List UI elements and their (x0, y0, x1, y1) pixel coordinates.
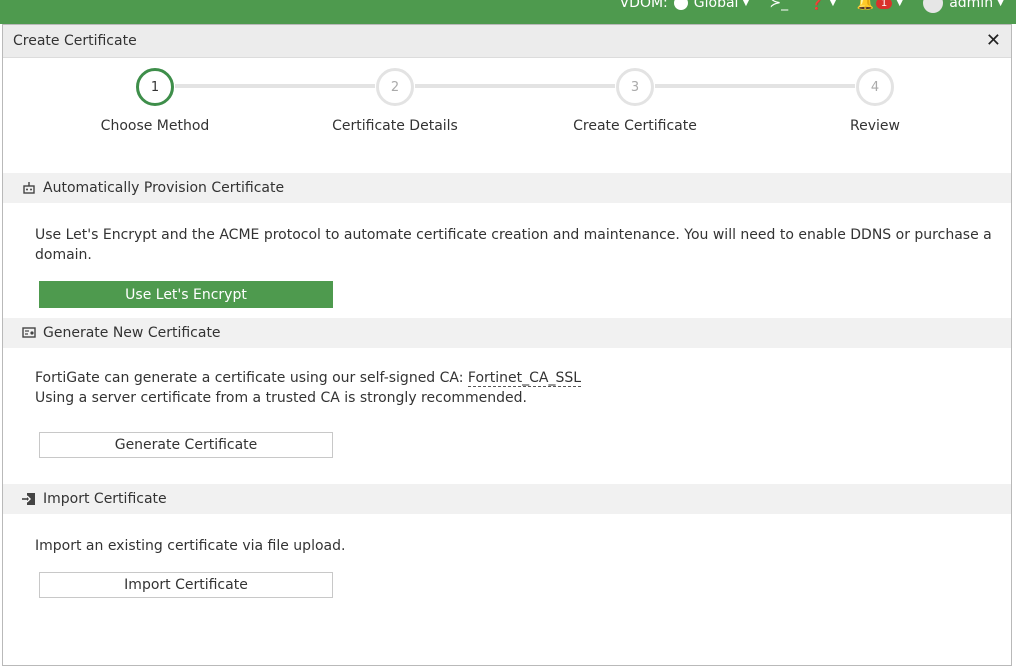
section-header-auto-provision: Automatically Provision Certificate (3, 173, 1011, 203)
section-body-import: Import an existing certificate via file … (3, 514, 1011, 598)
step-number: 2 (376, 68, 414, 106)
wizard-step-review: 4 Review (775, 68, 975, 134)
section-body-generate: FortiGate can generate a certificate usi… (3, 348, 1011, 458)
cli-console-button[interactable]: ≻_ (769, 0, 788, 11)
top-navigation-bar: VDOM: Global ▼ ≻_ ❓ ▼ 🔔 1 ▼ admin ▼ (0, 0, 1016, 24)
dialog-title: Create Certificate (13, 33, 137, 49)
bell-icon: 🔔 (856, 0, 874, 11)
close-icon[interactable]: ✕ (986, 32, 1001, 50)
chevron-down-icon: ▼ (829, 0, 837, 8)
import-icon (21, 491, 37, 507)
section-description: Using a server certificate from a truste… (35, 390, 527, 406)
wizard-step-choose-method: 1 Choose Method (55, 68, 255, 134)
description-text: FortiGate can generate a certificate usi… (35, 370, 468, 386)
notification-badge: 1 (875, 0, 893, 9)
section-title: Generate New Certificate (43, 325, 221, 341)
section-title: Import Certificate (43, 491, 167, 507)
wizard-step-create-certificate: 3 Create Certificate (535, 68, 735, 134)
section-header-generate: Generate New Certificate (3, 318, 1011, 348)
step-number: 4 (856, 68, 894, 106)
step-label: Create Certificate (573, 118, 697, 134)
dialog-header: Create Certificate ✕ (3, 25, 1011, 58)
generate-certificate-button[interactable]: Generate Certificate (39, 432, 333, 458)
vdom-label: VDOM: (619, 0, 668, 11)
terminal-icon: ≻_ (769, 0, 789, 11)
certificate-icon (21, 325, 37, 341)
vdom-value: Global (693, 0, 739, 11)
user-name: admin (949, 0, 994, 11)
section-description: Import an existing certificate via file … (35, 538, 346, 554)
section-title: Automatically Provision Certificate (43, 180, 285, 196)
help-icon: ❓ (808, 0, 826, 11)
robot-icon (21, 180, 37, 196)
use-lets-encrypt-button[interactable]: Use Let's Encrypt (39, 281, 333, 308)
user-menu[interactable]: admin ▼ (923, 0, 1004, 13)
section-description: Use Let's Encrypt and the ACME protocol … (35, 227, 992, 263)
section-body-auto-provision: Use Let's Encrypt and the ACME protocol … (3, 203, 1011, 308)
chevron-down-icon: ▼ (997, 0, 1004, 8)
chevron-down-icon: ▼ (896, 0, 904, 8)
wizard-step-certificate-details: 2 Certificate Details (295, 68, 495, 134)
notifications-button[interactable]: 🔔 1 ▼ (856, 0, 903, 11)
globe-icon (673, 0, 688, 10)
section-header-import: Import Certificate (3, 484, 1011, 514)
vdom-selector[interactable]: VDOM: Global ▼ (619, 0, 750, 11)
import-certificate-button[interactable]: Import Certificate (39, 572, 333, 598)
step-label: Choose Method (100, 118, 210, 134)
wizard-steps: 1 Choose Method 2 Certificate Details 3 … (3, 58, 1011, 173)
help-button[interactable]: ❓ ▼ (808, 0, 836, 11)
step-number: 3 (616, 68, 654, 106)
create-certificate-dialog: Create Certificate ✕ 1 Choose Method 2 C… (2, 24, 1012, 666)
section-description: FortiGate can generate a certificate usi… (35, 368, 1011, 388)
step-number: 1 (136, 68, 174, 106)
ca-name-link[interactable]: Fortinet_CA_SSL (467, 370, 582, 387)
step-label: Review (850, 118, 900, 134)
step-label: Certificate Details (332, 118, 458, 134)
avatar (923, 0, 944, 13)
chevron-down-icon: ▼ (742, 0, 750, 8)
